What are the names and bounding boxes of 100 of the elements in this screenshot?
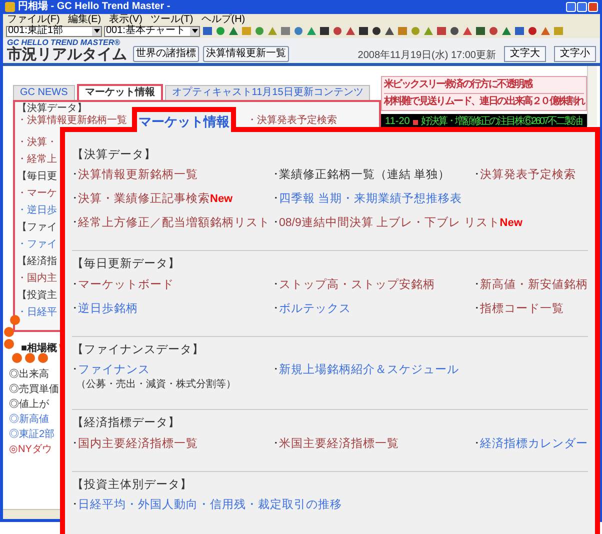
dropdown-arrow-icon[interactable] <box>190 26 199 36</box>
chart-select[interactable]: 001:基本チャート <box>104 26 200 36</box>
menu-link[interactable]: 08/9連結中間決算 上ブレ・下ブレ リスト <box>279 218 500 230</box>
overview-link[interactable]: ◎売買単価 <box>9 385 59 395</box>
toolbar-icon[interactable] <box>202 26 213 36</box>
menu-link[interactable]: 新規上場銘柄紹介＆スケジュール <box>279 365 459 376</box>
overview-link[interactable]: ◎出来高 <box>9 370 49 380</box>
panel-item[interactable]: ・ファイ <box>17 240 57 250</box>
panel-item[interactable]: ・マーケ <box>17 189 57 199</box>
menu-link[interactable]: 決算情報更新銘柄一覧 <box>78 170 198 182</box>
section-heading: 【投資主体別データ】 <box>72 480 193 491</box>
font-size-button[interactable]: 文字小 <box>554 46 596 62</box>
bullet-mark: ･ <box>72 170 78 182</box>
new-label: New <box>500 218 522 229</box>
update-time: 2008年11月19日(水) 17:00更新 <box>358 51 496 61</box>
menu-link[interactable]: 指標コード一覧 <box>480 304 564 315</box>
toolbar-icon[interactable] <box>475 26 486 36</box>
menu-link[interactable]: 国内主要経済指標一覧 <box>78 438 198 450</box>
menu-link[interactable]: 逆日歩銘柄 <box>78 304 138 315</box>
panel-item[interactable]: 【毎日更 <box>17 172 57 182</box>
bullet-mark: ･ <box>474 438 480 450</box>
menu-link[interactable]: 経済指標カレンダー <box>480 438 588 450</box>
menu-link[interactable]: 決算発表予定検索 <box>480 170 576 182</box>
tab[interactable]: マーケット情報 <box>76 84 163 100</box>
headline-link[interactable]: 米ビックスリー救済の行方に不透明感 <box>384 77 584 93</box>
bullet-mark: ･ <box>72 500 78 512</box>
toolbar-icon[interactable] <box>449 26 460 36</box>
menu-link[interactable]: 新高値・新安値銘柄 <box>480 280 588 291</box>
toolbar-icon[interactable] <box>358 26 369 36</box>
bullet-icon <box>412 120 418 124</box>
menu-link[interactable]: ストップ高・ストップ安銘柄 <box>279 280 435 291</box>
menu-link[interactable]: ボルテックス <box>279 304 351 315</box>
menu-item[interactable]: ツール(T) <box>150 14 194 24</box>
panel-item[interactable]: ・国内主 <box>17 274 57 284</box>
section-heading: 【決算データ】 <box>17 104 87 114</box>
header-link-button[interactable]: 世界の諸指標 <box>133 46 199 62</box>
panel-link[interactable]: ・決算発表予定検索 <box>247 116 337 126</box>
menu-item[interactable]: 編集(E) <box>68 14 102 24</box>
headline-link[interactable]: 材料難で見送りムード、連日の出来高２０億株割れ <box>384 93 584 110</box>
toolbar-icon[interactable] <box>527 26 538 36</box>
ticker-date: 11-20 <box>385 117 410 127</box>
toolbar-icon[interactable] <box>514 26 525 36</box>
menu-link[interactable]: ファイナンス <box>78 365 150 376</box>
bullet-mark: ･ <box>72 304 78 315</box>
bullet-mark: ･ <box>273 170 279 182</box>
menu-link[interactable]: 日経平均・外国人動向・信用残・裁定取引の推移 <box>78 500 342 512</box>
panel-item[interactable]: ・日経平 <box>17 308 57 318</box>
ticker-text[interactable]: 好決算・増額修正の注目株⑥2607不二製油 <box>420 117 582 127</box>
menu-link[interactable]: 業績修正銘柄一覧（連結 単独） <box>279 170 450 182</box>
dropdown-arrow-icon[interactable] <box>92 26 101 36</box>
toolbar-icon[interactable] <box>319 26 330 36</box>
close-button[interactable] <box>588 2 598 12</box>
minimize-button[interactable] <box>566 2 576 12</box>
menu-item[interactable]: ヘルプ(H) <box>201 14 246 24</box>
menu-link[interactable]: 決算・業績修正記事検索 <box>78 194 210 206</box>
new-label: New <box>210 194 233 205</box>
scrollbar[interactable] <box>587 66 597 126</box>
panel-link[interactable]: ・決算情報更新銘柄一覧 <box>17 116 127 126</box>
menu-item[interactable]: ファイル(F) <box>7 14 60 24</box>
bullet-mark: ･ <box>273 304 279 315</box>
font-size-button[interactable]: 文字大 <box>504 46 546 62</box>
window-title: 円相場 - GC Hello Trend Master - <box>18 2 170 12</box>
tab[interactable]: オプティキャスト11月15日更新コンテンツ <box>164 85 370 100</box>
app-icon <box>5 2 15 12</box>
bullet-mark: ･ <box>273 438 279 450</box>
menu-link[interactable]: マーケットボード <box>78 280 174 291</box>
menu-link[interactable]: 米国主要経済指標一覧 <box>279 438 399 450</box>
bullet-mark: ･ <box>72 280 78 291</box>
menu-link[interactable]: 四季報 当期・来期業績予想推移表 <box>279 194 462 206</box>
menu-item[interactable]: 表示(V) <box>109 14 142 24</box>
section-heading: 【決算データ】 <box>72 150 157 161</box>
bullet-mark: ･ <box>474 170 480 182</box>
toolbar-icon[interactable] <box>384 26 395 36</box>
brand-label: GC HELLO TREND MASTER® <box>7 39 122 47</box>
menu-link[interactable]: 経常上方修正／配当増額銘柄リスト <box>78 218 270 230</box>
overview-link[interactable]: ◎NYダウ <box>9 445 52 455</box>
toolbar-icon[interactable] <box>371 26 382 36</box>
bullet-mark: ･ <box>72 365 78 376</box>
panel-item[interactable]: ・決算・ <box>17 138 57 148</box>
section-heading: 【経済指標データ】 <box>72 418 181 430</box>
overview-link[interactable]: ◎値上が <box>9 400 49 410</box>
bullet-mark: ･ <box>273 194 279 206</box>
page-title: 市況リアルタイム <box>7 47 127 62</box>
bullet-mark: ･ <box>273 218 279 230</box>
overview-link[interactable]: ◎新高値 <box>9 415 49 425</box>
callout-tab[interactable]: マーケット情報 <box>132 107 236 132</box>
market-select[interactable]: 001:東証1部 <box>6 26 102 36</box>
panel-item[interactable]: 【投資主 <box>17 291 57 301</box>
panel-item[interactable]: 【経済指 <box>17 257 57 267</box>
maximize-button[interactable] <box>577 2 587 12</box>
section-title: ■相場概 <box>21 344 58 354</box>
tab[interactable]: GC NEWS <box>13 85 75 100</box>
section-heading: 【ファイナンスデータ】 <box>72 344 205 356</box>
link-note: （公募・売出・減資・株式分割等） <box>75 380 237 390</box>
bullet-mark: ･ <box>273 365 279 376</box>
overview-link[interactable]: ◎東証2部 <box>9 430 55 440</box>
panel-item[interactable]: ・経常上 <box>17 155 57 165</box>
panel-item[interactable]: ・逆日歩 <box>17 206 57 216</box>
header-link-button[interactable]: 決算情報更新一覧 <box>203 46 289 62</box>
panel-item[interactable]: 【ファイ <box>17 223 57 233</box>
